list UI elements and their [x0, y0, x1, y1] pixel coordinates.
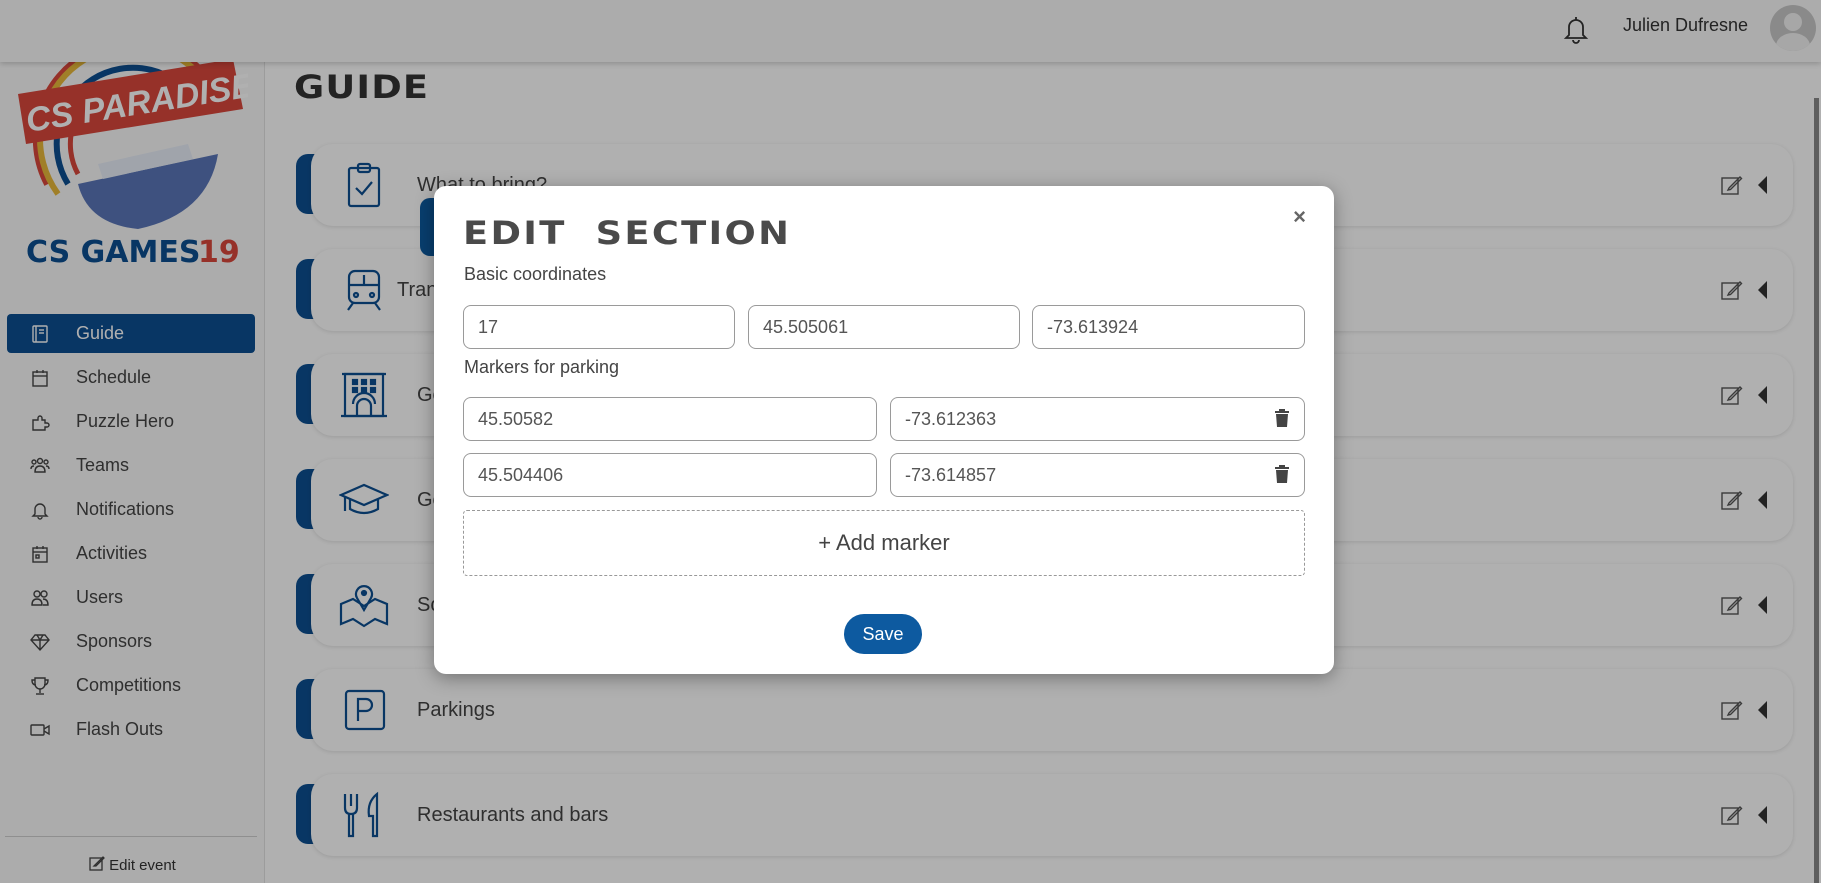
markers-label: Markers for parking [464, 357, 620, 377]
marker-longitude-input[interactable] [890, 453, 1305, 497]
zoom-input[interactable] [463, 305, 735, 349]
basic-coordinates-label: Basic coordinates [464, 264, 607, 284]
add-marker-button[interactable]: + Add marker [463, 510, 1305, 576]
latitude-input[interactable] [748, 305, 1020, 349]
marker-longitude-input[interactable] [890, 397, 1305, 441]
trash-icon[interactable] [1274, 408, 1290, 428]
marker-latitude-input[interactable] [463, 453, 877, 497]
longitude-input[interactable] [1032, 305, 1305, 349]
close-icon[interactable]: × [1293, 204, 1306, 230]
trash-icon[interactable] [1274, 464, 1290, 484]
save-button[interactable]: Save [844, 614, 922, 654]
edit-section-modal: × EDIT SECTION Basic coordinates Markers… [434, 186, 1334, 674]
modal-title: EDIT SECTION [463, 214, 792, 252]
marker-latitude-input[interactable] [463, 397, 877, 441]
